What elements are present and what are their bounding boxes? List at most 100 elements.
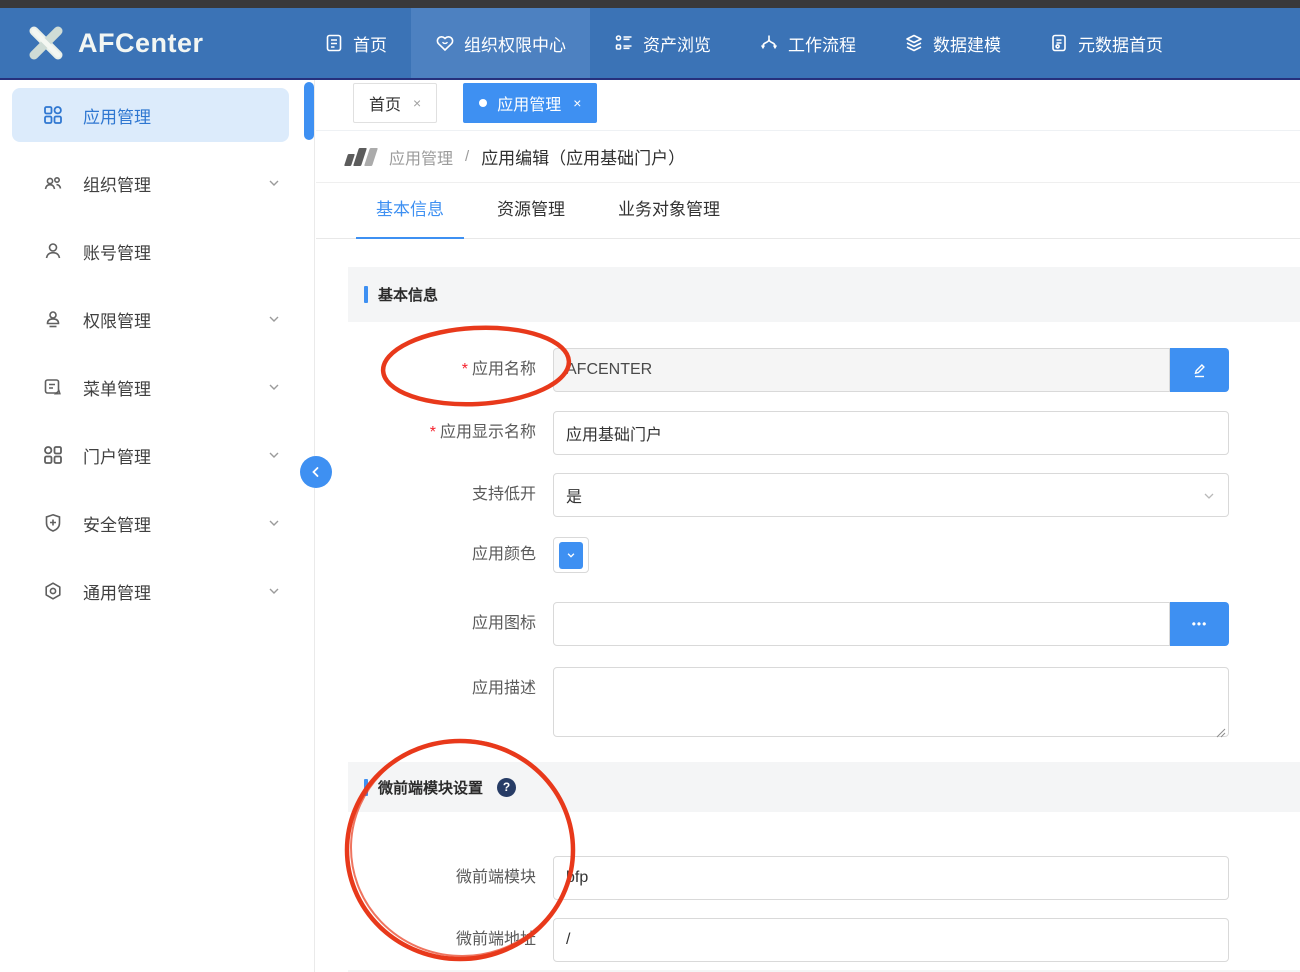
user-icon — [42, 240, 64, 262]
top-nav-items: 首页 组织权限中心 资产浏览 — [300, 8, 1187, 78]
micro-module-input[interactable] — [553, 856, 1229, 900]
window-top-strip — [0, 0, 1300, 8]
chevron-down-icon — [267, 176, 281, 190]
workflow-icon — [759, 33, 779, 53]
afcenter-logo-icon — [26, 23, 66, 63]
shield-plus-icon — [42, 512, 64, 534]
people-icon — [42, 172, 64, 194]
edit-app-name-button[interactable] — [1170, 348, 1229, 392]
appstore-grid-icon — [42, 104, 64, 126]
section-accent-bar — [364, 286, 368, 303]
sidebar-item-label: 安全管理 — [83, 511, 267, 536]
section-micro-frontend: 微前端模块设置 ? — [348, 762, 1300, 812]
app-desc-label: 应用描述 — [348, 667, 536, 711]
pencil-icon — [1191, 362, 1208, 379]
browse-icon-button[interactable]: ••• — [1170, 602, 1229, 646]
metadata-file-icon — [1049, 33, 1069, 53]
content-scrollbar-thumb[interactable] — [304, 82, 314, 140]
gear-icon — [42, 580, 64, 602]
sidebar-item-label: 应用管理 — [83, 103, 289, 128]
sidebar-item-menu-management[interactable]: 菜单管理 — [12, 360, 289, 414]
sidebar-item-label: 门户管理 — [83, 443, 267, 468]
form-row-support-low-code: 支持低开 是 — [348, 473, 1300, 517]
chevron-down-icon — [267, 380, 281, 394]
app-name-input[interactable] — [553, 348, 1170, 392]
sidebar-item-org-management[interactable]: 组织管理 — [12, 156, 289, 210]
nav-item-label: 资产浏览 — [643, 31, 711, 56]
select-value: 是 — [566, 483, 582, 507]
permission-seal-icon — [42, 308, 64, 330]
nav-item-asset-browse[interactable]: 资产浏览 — [590, 8, 735, 78]
nav-item-org-permission-center[interactable]: 组织权限中心 — [411, 8, 590, 78]
heart-icon — [435, 33, 455, 53]
nav-item-label: 组织权限中心 — [464, 31, 566, 56]
app-edit-form: 基本信息 *应用名称 *应用显示名称 — [316, 267, 1300, 972]
page-tab-label: 首页 — [369, 91, 401, 115]
open-tabs-strip: 首页 × 应用管理 × — [316, 80, 1300, 131]
sidebar-item-label: 账号管理 — [83, 239, 289, 264]
layers-icon — [904, 33, 924, 53]
breadcrumb: 应用管理 / 应用编辑（应用基础门户） — [316, 131, 1300, 183]
nav-item-label: 元数据首页 — [1078, 31, 1163, 56]
app-desc-textarea[interactable] — [553, 667, 1229, 737]
nav-item-metadata-home[interactable]: 元数据首页 — [1025, 8, 1187, 78]
sidebar-item-general-management[interactable]: 通用管理 — [12, 564, 289, 618]
section-title: 微前端模块设置 — [378, 777, 483, 798]
sidebar-item-portal-management[interactable]: 门户管理 — [12, 428, 289, 482]
chevron-down-icon — [267, 312, 281, 326]
nav-item-label: 工作流程 — [788, 31, 856, 56]
form-row-app-name: *应用名称 — [348, 348, 1300, 392]
sidebar-collapse-button[interactable] — [300, 456, 332, 488]
form-row-micro-module: 微前端模块 — [348, 856, 1300, 900]
page-tab-label: 应用管理 — [497, 91, 561, 115]
sidebar-item-permission-management[interactable]: 权限管理 — [12, 292, 289, 346]
brand-name: AFCenter — [78, 28, 204, 59]
section-accent-bar — [364, 779, 368, 796]
sidebar-item-label: 通用管理 — [83, 579, 267, 604]
breadcrumb-slashes-icon — [346, 148, 375, 166]
app-color-picker[interactable] — [553, 537, 589, 573]
support-low-code-label: 支持低开 — [348, 473, 536, 517]
sidebar-item-app-management[interactable]: 应用管理 — [12, 88, 289, 142]
page-tab-home[interactable]: 首页 × — [353, 83, 437, 123]
page-tab-app-management[interactable]: 应用管理 × — [463, 83, 597, 123]
sidebar-item-account-management[interactable]: 账号管理 — [12, 224, 289, 278]
support-low-code-select[interactable]: 是 — [553, 473, 1229, 517]
portal-grid-icon — [42, 444, 64, 466]
micro-module-label: 微前端模块 — [348, 856, 536, 900]
chevron-down-icon — [1202, 489, 1216, 503]
form-row-app-color: 应用颜色 — [348, 537, 1300, 573]
nav-item-workflow[interactable]: 工作流程 — [735, 8, 880, 78]
chevron-down-icon — [267, 516, 281, 530]
sidebar-item-label: 菜单管理 — [83, 375, 267, 400]
nav-item-data-modeling[interactable]: 数据建模 — [880, 8, 1025, 78]
nav-item-home[interactable]: 首页 — [300, 8, 411, 78]
home-doc-icon — [324, 33, 344, 53]
form-row-app-display-name: *应用显示名称 — [348, 411, 1300, 455]
menu-doc-icon — [42, 376, 64, 398]
tab-business-object-management[interactable]: 业务对象管理 — [598, 183, 740, 238]
tab-resource-management[interactable]: 资源管理 — [477, 183, 585, 238]
chevron-left-icon — [310, 466, 322, 478]
app-icon-input[interactable] — [553, 602, 1170, 646]
chevron-down-icon — [267, 584, 281, 598]
sidebar-item-security-management[interactable]: 安全管理 — [12, 496, 289, 550]
breadcrumb-parent[interactable]: 应用管理 — [389, 145, 453, 169]
main-content: 首页 × 应用管理 × 应用管理 / 应用编辑（应用基础门户） 基本信息 资源管… — [316, 80, 1300, 972]
sidebar-item-label: 组织管理 — [83, 171, 267, 196]
brand[interactable]: AFCenter — [0, 8, 300, 78]
close-icon[interactable]: × — [573, 95, 581, 111]
form-row-app-desc: 应用描述 — [348, 667, 1300, 742]
micro-address-input[interactable] — [553, 918, 1229, 962]
breadcrumb-separator: / — [465, 148, 469, 165]
section-title: 基本信息 — [378, 284, 438, 305]
app-display-name-input[interactable] — [553, 411, 1229, 455]
tab-basic-info[interactable]: 基本信息 — [356, 183, 464, 238]
chevron-down-icon — [566, 550, 576, 560]
active-tab-dot-icon — [479, 99, 487, 107]
help-icon[interactable]: ? — [497, 778, 516, 797]
section-basic-info: 基本信息 — [348, 267, 1300, 322]
required-mark: * — [430, 424, 436, 441]
close-icon[interactable]: × — [413, 95, 421, 111]
micro-address-label: 微前端地址 — [348, 918, 536, 962]
